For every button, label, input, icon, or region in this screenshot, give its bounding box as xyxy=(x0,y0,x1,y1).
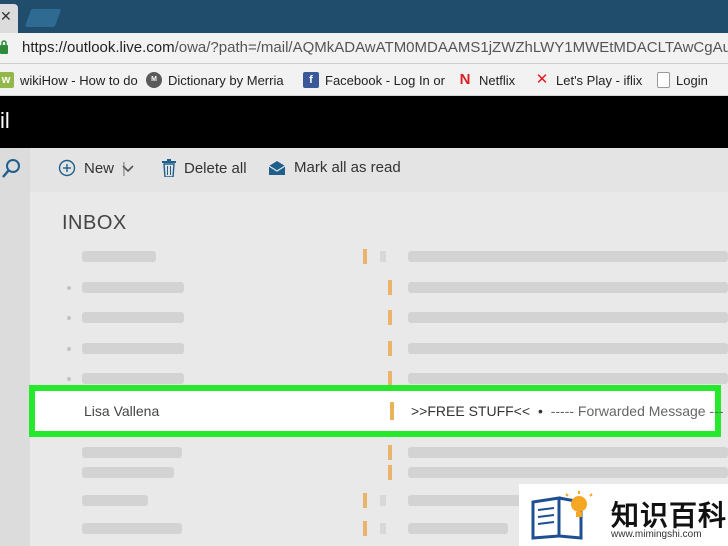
flag-marker xyxy=(388,465,392,480)
iflix-icon: ✕ xyxy=(535,71,549,88)
bookmark-netflix[interactable]: N Netflix xyxy=(457,70,516,90)
subject-placeholder xyxy=(408,251,728,262)
mark-all-read-button[interactable]: Mark all as read xyxy=(268,159,401,176)
category-marker xyxy=(380,251,386,262)
app-name: il xyxy=(0,108,10,133)
new-tab-button[interactable] xyxy=(24,9,62,27)
search-icon[interactable] xyxy=(2,158,22,180)
bookmark-label: Netflix xyxy=(479,72,516,88)
bookmark-wikihow[interactable]: w wikiHow - How to do xyxy=(0,70,138,90)
merriam-icon: M xyxy=(146,72,162,88)
sender-placeholder xyxy=(82,373,184,384)
bookmark-label: Facebook - Log In or xyxy=(325,72,445,88)
flag-marker xyxy=(390,402,394,420)
delete-all-label: Delete all xyxy=(184,159,247,177)
page-icon xyxy=(657,72,670,88)
list-item[interactable] xyxy=(30,303,728,333)
sender-placeholder xyxy=(82,467,174,478)
chevron-down-icon[interactable] xyxy=(122,165,134,173)
sender-placeholder xyxy=(82,343,184,354)
sender-placeholder xyxy=(82,251,156,262)
subject-placeholder xyxy=(408,282,728,293)
inbox-title: INBOX xyxy=(62,212,127,234)
highlighted-message-row[interactable]: Lisa Vallena >>FREE STUFF<< • ----- Forw… xyxy=(29,385,723,437)
new-button[interactable]: New | xyxy=(58,159,126,177)
subject-placeholder xyxy=(408,343,728,354)
bookmarks-bar: w wikiHow - How to do M Dictionary by Me… xyxy=(0,64,728,96)
flag-marker xyxy=(388,341,392,356)
message-preview: ----- Forwarded Message --- xyxy=(550,403,724,419)
unread-dot xyxy=(67,316,71,320)
bookmark-label: Login xyxy=(676,72,708,88)
message-subject-line: >>FREE STUFF<< • ----- Forwarded Message… xyxy=(411,403,723,419)
bookmark-label: Let's Play - iflix xyxy=(556,72,643,88)
list-item[interactable] xyxy=(30,273,728,303)
facebook-icon: f xyxy=(303,72,319,88)
bookmark-iflix[interactable]: ✕ Let's Play - iflix xyxy=(534,70,643,90)
unread-dot xyxy=(67,286,71,290)
sender-placeholder xyxy=(82,495,148,506)
bookmark-facebook[interactable]: f Facebook - Log In or xyxy=(303,70,445,90)
mail-toolbar: New | Delete all Mark all as read xyxy=(30,148,728,192)
bookmark-label: Dictionary by Merria xyxy=(168,72,284,88)
category-marker xyxy=(380,495,386,506)
subject-placeholder xyxy=(408,373,728,384)
watermark: 知识百科 www.mimingshi.com xyxy=(519,484,728,546)
sender-placeholder xyxy=(82,523,182,534)
flag-marker xyxy=(388,310,392,325)
left-rail xyxy=(0,148,30,546)
sender-placeholder xyxy=(82,282,184,293)
close-tab-icon[interactable]: ✕ xyxy=(0,6,12,26)
browser-tab-strip: ✕ xyxy=(0,0,728,33)
url-path: /owa/?path=/mail/AQMkADAwATM0MDAAMS1jZWZ… xyxy=(174,39,728,56)
flag-marker xyxy=(388,371,392,386)
watermark-url: www.mimingshi.com xyxy=(611,529,702,540)
lock-icon xyxy=(0,40,8,54)
address-bar[interactable]: https://outlook.live.com/owa/?path=/mail… xyxy=(0,33,728,64)
bookmark-merriam[interactable]: M Dictionary by Merria xyxy=(146,70,284,90)
plus-icon xyxy=(58,159,76,177)
subject-placeholder xyxy=(408,447,728,458)
open-envelope-icon xyxy=(268,160,286,175)
subject-placeholder xyxy=(408,467,728,478)
unread-dot xyxy=(67,377,71,381)
netflix-icon: N xyxy=(459,71,471,88)
url-text[interactable]: https://outlook.live.com/owa/?path=/mail… xyxy=(22,39,728,56)
mark-all-read-label: Mark all as read xyxy=(294,159,401,176)
message-sender: Lisa Vallena xyxy=(84,403,160,419)
delete-all-button[interactable]: Delete all xyxy=(162,159,247,177)
new-label: New xyxy=(84,159,115,177)
wikihow-icon: w xyxy=(0,72,14,88)
flag-marker xyxy=(363,521,367,536)
sender-placeholder xyxy=(82,312,184,323)
subject-placeholder xyxy=(408,312,728,323)
bookmark-login[interactable]: Login xyxy=(657,70,708,90)
sender-placeholder xyxy=(82,447,182,458)
subject-separator: • xyxy=(537,403,543,419)
bookmark-label: wikiHow - How to do xyxy=(20,72,138,88)
watermark-title: 知识百科 xyxy=(611,500,728,531)
book-lightbulb-icon xyxy=(531,491,593,540)
flag-marker xyxy=(363,249,367,264)
url-host: https://outlook.live.com xyxy=(22,39,175,56)
message-subject: >>FREE STUFF<< xyxy=(411,403,531,419)
list-item[interactable] xyxy=(30,242,728,272)
category-marker xyxy=(380,523,386,534)
list-item[interactable] xyxy=(30,334,728,364)
subject-placeholder xyxy=(408,523,508,534)
app-header: il xyxy=(0,96,728,148)
trash-icon xyxy=(162,159,176,177)
unread-dot xyxy=(67,347,71,351)
flag-marker xyxy=(363,493,367,508)
flag-marker xyxy=(388,280,392,295)
